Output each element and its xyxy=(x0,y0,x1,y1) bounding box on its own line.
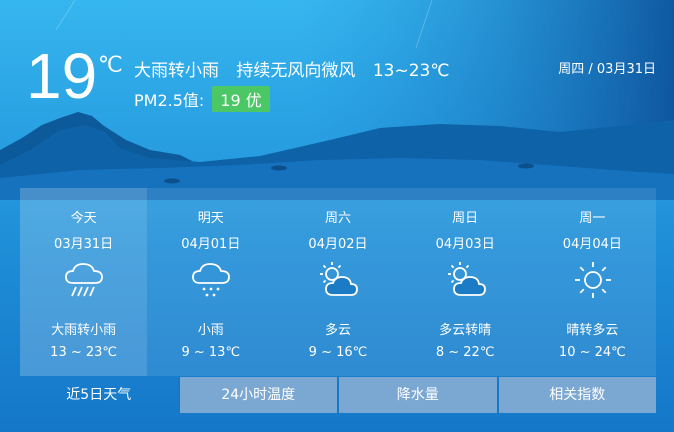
current-wind: 持续无风向微风 xyxy=(236,61,356,81)
day-date: 04月02日 xyxy=(308,237,368,252)
weather-widget: 19 ℃ 大雨转小雨 持续无风向微风 13~23℃ PM2.5值: 19 优 周… xyxy=(0,0,674,432)
day-date: 04月04日 xyxy=(562,237,622,252)
current-condition: 大雨转小雨 xyxy=(134,61,219,81)
current-range: 13~23℃ xyxy=(372,61,450,81)
forecast-day[interactable]: 明天 04月01日 小雨 9 ~ 13℃ xyxy=(147,188,274,376)
forecast-day[interactable]: 今天 03月31日 大雨转小雨 13 ~ 23℃ xyxy=(20,188,148,376)
forecast-day[interactable]: 周一 04月04日 晴转多云 10 ~ 24℃ xyxy=(529,188,656,376)
aqi-badge: 19 优 xyxy=(212,86,270,112)
sun-icon xyxy=(574,262,611,298)
day-name: 周日 xyxy=(452,211,479,226)
day-temp-range: 9 ~ 16℃ xyxy=(308,345,368,360)
current-date: 周四 / 03月31日 xyxy=(558,62,656,77)
tab-bar: 近5日天气 24小时温度 降水量 相关指数 xyxy=(20,377,656,413)
day-name: 今天 xyxy=(70,211,97,226)
tab-precipitation[interactable]: 降水量 xyxy=(337,377,497,413)
current-temperature: 19 xyxy=(26,40,98,112)
day-name: 明天 xyxy=(197,211,224,226)
partly-cloudy-icon xyxy=(320,262,359,296)
pm25-row: PM2.5值: 19 优 xyxy=(134,86,270,112)
day-temp-range: 13 ~ 23℃ xyxy=(50,345,118,360)
day-condition: 大雨转小雨 xyxy=(51,323,117,338)
partly-cloudy-icon xyxy=(447,262,486,296)
tab-related-indices[interactable]: 相关指数 xyxy=(496,377,656,413)
day-condition: 小雨 xyxy=(197,323,224,338)
day-condition: 多云转晴 xyxy=(439,323,492,338)
day-temp-range: 9 ~ 13℃ xyxy=(181,345,241,360)
light-rain-icon xyxy=(192,263,231,297)
day-date: 03月31日 xyxy=(54,237,114,252)
day-condition: 多云 xyxy=(324,323,351,338)
forecast-day[interactable]: 周日 04月03日 多云转晴 8 ~ 22℃ xyxy=(402,188,529,376)
day-condition: 晴转多云 xyxy=(566,323,619,338)
heavy-rain-icon xyxy=(65,263,103,297)
tab-24h-temperature[interactable]: 24小时温度 xyxy=(177,377,337,413)
current-summary: 大雨转小雨 持续无风向微风 13~23℃ xyxy=(134,56,461,81)
day-name: 周六 xyxy=(324,211,351,226)
day-temp-range: 10 ~ 24℃ xyxy=(558,345,626,360)
temperature-unit: ℃ xyxy=(98,52,123,77)
tab-5-day-weather[interactable]: 近5日天气 xyxy=(20,377,178,413)
pm25-label: PM2.5值: xyxy=(134,91,205,110)
day-temp-range: 8 ~ 22℃ xyxy=(435,345,495,360)
day-date: 04月01日 xyxy=(181,237,241,252)
day-name: 周一 xyxy=(579,211,606,226)
forecast-day[interactable]: 周六 04月02日 多云 9 ~ 16℃ xyxy=(274,188,401,376)
day-date: 04月03日 xyxy=(435,237,495,252)
forecast-panel: 今天 03月31日 大雨转小雨 13 ~ 23℃ 明天 04月01日 小雨 9 … xyxy=(20,188,656,376)
